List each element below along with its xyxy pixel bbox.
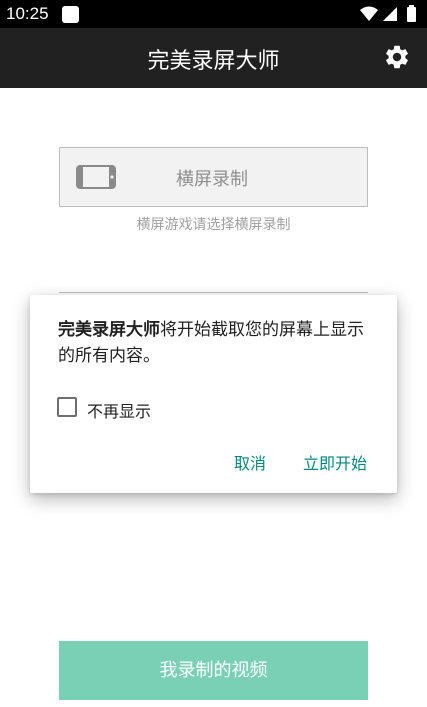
- notification-icon: [62, 6, 79, 23]
- screen-capture-dialog: 完美录屏大师将开始截取您的屏幕上显示的所有内容。 不再显示 取消 立即开始: [30, 295, 397, 493]
- dialog-message-app: 完美录屏大师: [58, 320, 160, 340]
- start-now-button[interactable]: 立即开始: [303, 450, 367, 474]
- status-bar: 10:25: [0, 0, 427, 28]
- dialog-message: 完美录屏大师将开始截取您的屏幕上显示的所有内容。: [58, 317, 376, 369]
- dont-show-again-label[interactable]: 不再显示: [87, 398, 167, 422]
- status-time: 10:25: [6, 4, 49, 23]
- cancel-button[interactable]: 取消: [234, 450, 266, 474]
- battery-icon: [407, 7, 416, 22]
- signal-icon: [383, 7, 397, 21]
- dont-show-again-checkbox[interactable]: [57, 397, 77, 417]
- status-icons: [360, 5, 416, 22]
- wifi-icon: [360, 6, 378, 21]
